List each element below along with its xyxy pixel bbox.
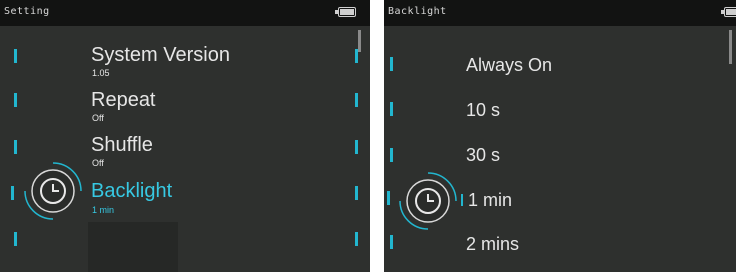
title-bar: Setting [0,0,370,26]
clock-icon [24,162,82,220]
menu-item-value: 1 min [92,205,115,215]
edge-tick [387,191,390,205]
edge-tick [390,102,393,116]
setting-screen: Setting System Version 1.05 Repeat Off S… [0,0,370,272]
menu-item-value: Off [92,158,104,168]
edge-tick [14,232,17,246]
edge-tick [14,93,17,107]
screen-title: Setting [4,6,50,17]
edge-tick [14,49,17,63]
dark-block [88,222,178,272]
battery-icon [721,7,736,17]
edge-tick [355,140,358,154]
backlight-screen: Backlight Always On 10 s 30 s 1 min 2 mi… [384,0,736,272]
option-1min[interactable]: 1 min [468,190,512,210]
menu-item-shuffle[interactable]: Shuffle [91,134,153,156]
clock-icon [399,172,457,230]
edge-tick [11,186,14,200]
battery-icon [335,7,356,17]
edge-tick [390,148,393,162]
screen-title: Backlight [388,6,447,17]
edge-tick [355,232,358,246]
scrollbar[interactable] [358,30,361,52]
option-2mins[interactable]: 2 mins [466,234,519,254]
edge-tick [390,57,393,71]
menu-item-system-version[interactable]: System Version [91,44,230,66]
option-always-on[interactable]: Always On [466,55,552,75]
edge-tick [14,140,17,154]
menu-item-repeat[interactable]: Repeat [91,89,156,111]
selection-marker [461,194,463,206]
menu-item-value: Off [92,113,104,123]
menu-item-backlight[interactable]: Backlight [91,180,172,202]
edge-tick [355,186,358,200]
edge-tick [390,235,393,249]
option-30s[interactable]: 30 s [466,145,500,165]
scrollbar[interactable] [729,30,732,64]
edge-tick [355,93,358,107]
menu-item-value: 1.05 [92,68,110,78]
option-10s[interactable]: 10 s [466,100,500,120]
title-bar: Backlight [384,0,736,26]
